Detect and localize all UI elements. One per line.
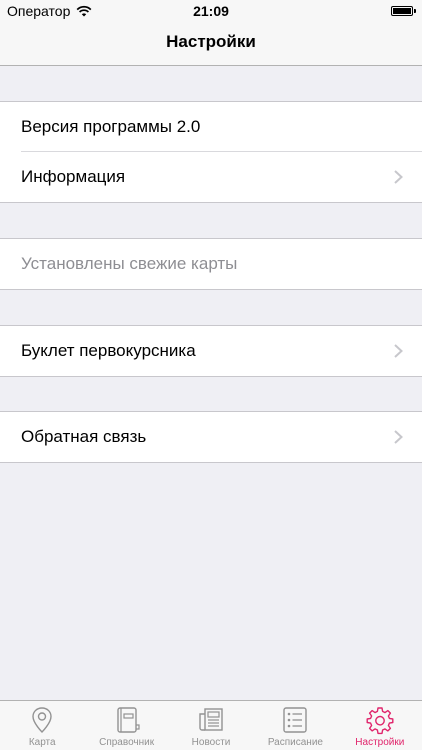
version-label: Версия программы 2.0 (21, 117, 201, 136)
section-booklet: Буклет первокурсника (0, 325, 422, 377)
tab-map[interactable]: Карта (0, 701, 84, 750)
map-pin-icon (32, 707, 52, 733)
tab-directory-label: Справочник (99, 737, 155, 748)
info-label: Информация (21, 167, 126, 186)
tab-schedule-label: Расписание (267, 737, 323, 748)
feedback-label: Обратная связь (21, 427, 147, 446)
tab-map-label: Карта (28, 737, 56, 748)
page-title: Настройки (166, 32, 256, 51)
version-cell: Версия программы 2.0 (0, 102, 422, 152)
tab-settings[interactable]: Настройки (338, 701, 422, 750)
tab-news-label: Новости (191, 737, 231, 748)
tab-bar: Карта Справочник Новости Расписание Наст… (0, 700, 422, 750)
section-feedback: Обратная связь (0, 411, 422, 463)
chevron-right-icon (394, 170, 403, 184)
tab-settings-label: Настройки (355, 737, 405, 748)
section-maps: Установлены свежие карты (0, 238, 422, 290)
list-icon (283, 707, 308, 733)
chevron-right-icon (394, 430, 403, 444)
newspaper-icon (199, 708, 223, 731)
feedback-cell[interactable]: Обратная связь (0, 412, 422, 462)
info-cell[interactable]: Информация (0, 152, 422, 202)
tab-directory[interactable]: Справочник (84, 701, 168, 750)
gear-icon (366, 707, 394, 735)
book-icon (116, 707, 140, 733)
maps-status-cell: Установлены свежие карты (0, 239, 422, 289)
chevron-right-icon (394, 344, 403, 358)
battery-icon (391, 6, 416, 16)
clock: 21:09 (193, 3, 229, 19)
maps-status-label: Установлены свежие карты (21, 254, 238, 273)
booklet-label: Буклет первокурсника (21, 341, 196, 360)
tab-schedule[interactable]: Расписание (253, 701, 337, 750)
section-about: Версия программы 2.0 Информация (0, 101, 422, 203)
booklet-cell[interactable]: Буклет первокурсника (0, 326, 422, 376)
tab-news[interactable]: Новости (169, 701, 253, 750)
nav-bar: Настройки (0, 24, 422, 66)
status-bar: Оператор 21:09 (0, 0, 422, 24)
